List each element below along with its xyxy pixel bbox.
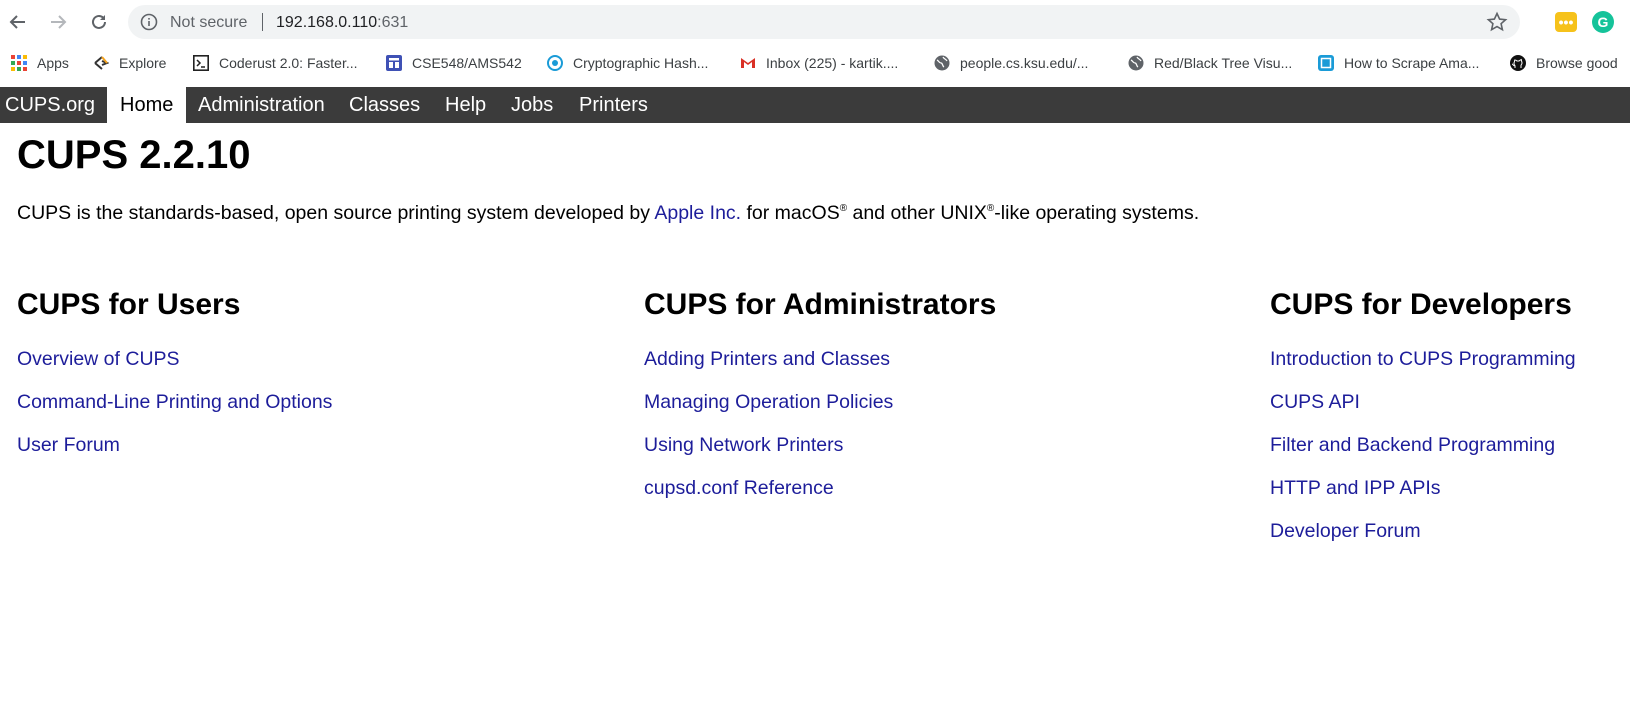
bookmark-coderust[interactable]: Coderust 2.0: Faster... — [193, 53, 358, 73]
developer-forum-link[interactable]: Developer Forum — [1270, 520, 1421, 543]
bookmark-label: Coderust 2.0: Faster... — [219, 55, 358, 71]
address-divider — [262, 13, 263, 31]
grammarly-icon[interactable]: G — [1592, 11, 1614, 33]
cups-nav-bar: CUPS.org Home Administration Classes Hel… — [0, 87, 1630, 123]
cupsd-conf-link[interactable]: cupsd.conf Reference — [644, 477, 834, 500]
bookmark-label: CSE548/AMS542 — [412, 55, 522, 71]
bookmark-ksu[interactable]: people.cs.ksu.edu/... — [934, 53, 1088, 73]
forward-button[interactable] — [46, 10, 70, 34]
user-forum-link[interactable]: User Forum — [17, 434, 120, 457]
bookmark-label: Red/Black Tree Visu... — [1154, 55, 1293, 71]
nav-cups-org[interactable]: CUPS.org — [5, 87, 95, 123]
reload-icon — [92, 14, 106, 29]
security-label: Not secure — [170, 14, 248, 31]
bookmark-label: Inbox (225) - kartik.... — [766, 55, 899, 71]
nav-classes[interactable]: Classes — [349, 87, 420, 123]
users-section-title: CUPS for Users — [17, 288, 241, 321]
bookmark-label: Browse good — [1536, 55, 1618, 71]
apple-link[interactable]: Apple Inc. — [654, 202, 741, 224]
url-host: 192.168.0.110 — [276, 14, 378, 31]
extension-chat-icon[interactable]: ••• — [1555, 12, 1577, 32]
bookmark-github[interactable]: Browse good — [1510, 53, 1618, 73]
nav-help[interactable]: Help — [445, 87, 486, 123]
intro-paragraph: CUPS is the standards-based, open source… — [17, 202, 1199, 225]
filter-backend-link[interactable]: Filter and Backend Programming — [1270, 434, 1555, 457]
page-title: CUPS 2.2.10 — [17, 133, 251, 177]
site-icon — [547, 55, 563, 71]
bookmark-label: Cryptographic Hash... — [573, 55, 709, 71]
intro-text: CUPS is the standards-based, open source… — [17, 202, 655, 224]
url-text: 192.168.0.110:631 — [276, 14, 408, 32]
cups-api-link[interactable]: CUPS API — [1270, 391, 1360, 414]
gmail-icon — [741, 58, 755, 68]
nav-printers[interactable]: Printers — [579, 87, 648, 123]
developers-section-title: CUPS for Developers — [1270, 288, 1572, 321]
nav-administration[interactable]: Administration — [198, 87, 325, 123]
overview-of-cups-link[interactable]: Overview of CUPS — [17, 348, 180, 371]
address-bar[interactable]: Not secure 192.168.0.110:631 — [128, 5, 1520, 39]
bookmark-rbtree[interactable]: Red/Black Tree Visu... — [1128, 53, 1292, 73]
bookmarks-bar: Apps Explore Coderust 2.0: Faster... CSE… — [0, 45, 1630, 81]
bookmark-star-icon[interactable] — [1486, 11, 1508, 38]
administrators-section-title: CUPS for Administrators — [644, 288, 997, 321]
site-icon — [386, 55, 402, 71]
globe-icon — [934, 55, 950, 71]
back-button[interactable] — [6, 10, 30, 34]
apps-grid-icon — [11, 55, 27, 71]
terminal-icon — [193, 55, 209, 71]
nav-jobs[interactable]: Jobs — [511, 87, 553, 123]
command-line-printing-link[interactable]: Command-Line Printing and Options — [17, 391, 332, 414]
bookmark-label: Apps — [37, 55, 69, 71]
bookmark-cse548[interactable]: CSE548/AMS542 — [386, 53, 522, 73]
bookmark-label: How to Scrape Ama... — [1344, 55, 1480, 71]
url-port: :631 — [377, 14, 409, 31]
bookmark-label: Explore — [119, 55, 167, 71]
info-icon[interactable] — [140, 13, 158, 36]
nav-home[interactable]: Home — [107, 87, 187, 123]
bookmark-scrape[interactable]: How to Scrape Ama... — [1318, 53, 1479, 73]
globe-icon — [1128, 55, 1144, 71]
http-ipp-apis-link[interactable]: HTTP and IPP APIs — [1270, 477, 1441, 500]
site-icon — [1318, 55, 1334, 71]
arrow-left-icon — [9, 15, 25, 29]
bookmark-crypto-hash[interactable]: Cryptographic Hash... — [547, 53, 708, 73]
bookmark-explore[interactable]: Explore — [93, 53, 166, 73]
browser-toolbar: Not secure 192.168.0.110:631 ••• G — [0, 0, 1630, 44]
intro-text: for macOS — [741, 202, 840, 224]
github-icon — [1510, 55, 1526, 71]
network-printers-link[interactable]: Using Network Printers — [644, 434, 843, 457]
reload-button[interactable] — [87, 10, 111, 34]
explore-icon — [94, 56, 109, 70]
intro-text: -like operating systems. — [994, 202, 1200, 224]
operation-policies-link[interactable]: Managing Operation Policies — [644, 391, 893, 414]
bookmark-apps[interactable]: Apps — [11, 53, 69, 73]
arrow-right-icon — [51, 15, 67, 29]
registered-mark: ® — [839, 203, 848, 214]
intro-cups-programming-link[interactable]: Introduction to CUPS Programming — [1270, 348, 1576, 371]
adding-printers-link[interactable]: Adding Printers and Classes — [644, 348, 890, 371]
intro-text: and other UNIX — [847, 202, 987, 224]
bookmark-gmail[interactable]: Inbox (225) - kartik.... — [740, 53, 898, 73]
bookmark-label: people.cs.ksu.edu/... — [960, 55, 1089, 71]
